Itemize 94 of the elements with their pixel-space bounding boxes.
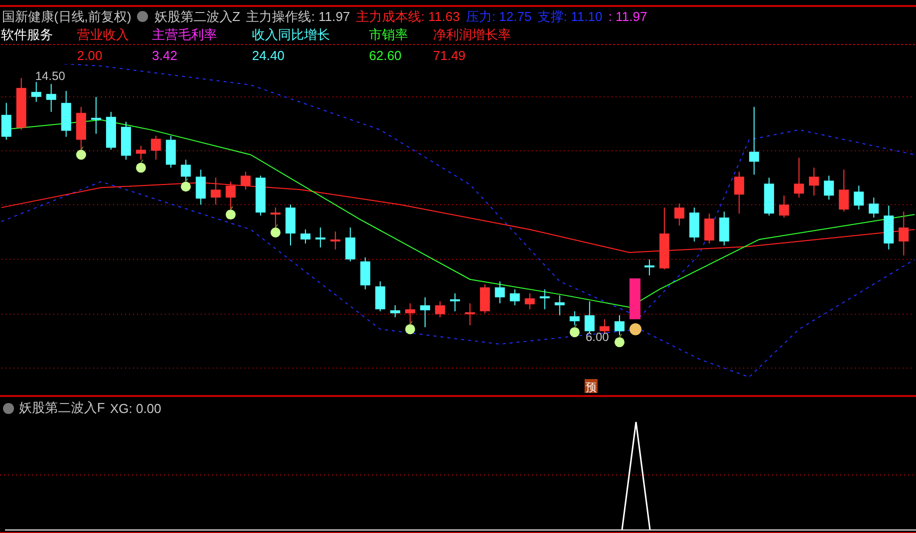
candlestick xyxy=(838,169,849,212)
candlestick xyxy=(270,207,281,230)
metric-label: 主营毛利率 xyxy=(152,26,218,43)
legend-value: 主力操作线: 11.97 xyxy=(246,8,350,26)
metric-value: 62.60 xyxy=(369,46,403,64)
legend-value: 压力: 12.75 xyxy=(466,8,532,26)
candlestick xyxy=(226,181,236,210)
candlestick xyxy=(584,300,595,334)
candlestick xyxy=(764,177,774,216)
candlestick xyxy=(510,288,520,306)
metric-label: 净利润增长率 xyxy=(433,26,512,43)
chart-title: 国新健康(日线,前复权) xyxy=(2,8,132,26)
candlestick xyxy=(136,145,146,160)
candlestick xyxy=(106,111,116,150)
metric-label: 营业收入 xyxy=(77,26,130,43)
candlestick xyxy=(644,258,654,276)
candlestick xyxy=(121,121,131,160)
candlestick xyxy=(494,280,505,304)
sector-label: 软件服务 xyxy=(1,26,54,43)
candlestick xyxy=(420,296,430,328)
candlestick xyxy=(898,211,909,256)
candlestick xyxy=(570,310,580,326)
metric-value: 24.40 xyxy=(252,46,286,64)
candlestick xyxy=(824,175,834,200)
candlestick xyxy=(524,292,535,310)
candlestick xyxy=(180,159,191,182)
candlestick xyxy=(464,302,475,326)
candlestick xyxy=(46,83,56,112)
candlestick xyxy=(794,157,804,198)
candlestick xyxy=(435,300,446,318)
candlestick xyxy=(868,197,879,218)
candlestick xyxy=(704,213,714,244)
forecast-badge: 预 xyxy=(584,379,598,394)
apple-icon xyxy=(226,206,236,220)
metric-value: 71.49 xyxy=(433,46,467,64)
apple-icon xyxy=(405,320,416,334)
candlestick xyxy=(808,167,819,196)
candlestick xyxy=(405,302,416,326)
candlestick xyxy=(390,304,400,318)
candlestick xyxy=(614,314,624,336)
apple-icon xyxy=(270,224,281,238)
apple-icon xyxy=(614,334,624,348)
apple-icon xyxy=(76,146,86,160)
high-price-label: 14.50 xyxy=(35,68,66,83)
indicator-name: 妖股第二波入F xyxy=(19,399,105,417)
indicator-name: 妖股第二波入Z xyxy=(154,8,240,26)
candlestick xyxy=(360,256,370,290)
metric-label: 市销率 xyxy=(369,26,409,43)
candlestick xyxy=(749,106,760,176)
candlestick xyxy=(854,185,864,210)
candlestick xyxy=(554,294,565,316)
candlestick xyxy=(256,175,266,216)
candlestick xyxy=(61,90,72,138)
candlestick xyxy=(330,230,340,250)
candlestick xyxy=(16,77,26,130)
candlestick xyxy=(659,207,670,270)
candlestick xyxy=(719,211,730,246)
collapse-toggle-icon[interactable] xyxy=(3,402,14,414)
candlestick xyxy=(150,135,161,160)
apple-icon xyxy=(180,178,191,192)
legend-value: : 11.97 xyxy=(608,9,648,24)
candlestick xyxy=(240,171,251,190)
candlestick xyxy=(1,102,12,140)
candlestick xyxy=(31,81,42,102)
indicator-reading: XG: 0.00 xyxy=(110,400,162,416)
metric-label: 收入同比增长 xyxy=(252,26,331,43)
candlestick xyxy=(600,318,610,334)
candlestick xyxy=(779,195,790,218)
low-price-label: 6.00 xyxy=(586,330,609,344)
candlestick xyxy=(286,204,296,246)
candlestick xyxy=(345,227,356,262)
candlestick xyxy=(540,288,550,310)
collapse-toggle-icon[interactable] xyxy=(137,11,148,22)
candlestick xyxy=(689,207,700,242)
candlestick xyxy=(480,284,490,314)
candlestick xyxy=(674,203,684,226)
legend-value: 主力成本线: 11.63 xyxy=(356,8,460,26)
legend-value: 支撑: 11.10 xyxy=(538,8,602,26)
metric-value: 3.42 xyxy=(152,46,178,64)
metric-value: 2.00 xyxy=(77,46,104,64)
candlestick xyxy=(315,227,326,248)
candlestick xyxy=(884,205,894,250)
apple-icon xyxy=(570,324,580,338)
candlestick xyxy=(196,169,206,206)
candlestick xyxy=(76,106,86,152)
candlestick xyxy=(450,292,460,312)
candlestick xyxy=(91,96,102,134)
candlestick xyxy=(210,177,221,206)
candlestick xyxy=(375,280,386,312)
candlestick xyxy=(734,171,744,214)
candlestick xyxy=(300,229,310,244)
candlestick xyxy=(166,135,176,168)
candlestick xyxy=(630,278,640,320)
apple-icon xyxy=(136,159,146,173)
